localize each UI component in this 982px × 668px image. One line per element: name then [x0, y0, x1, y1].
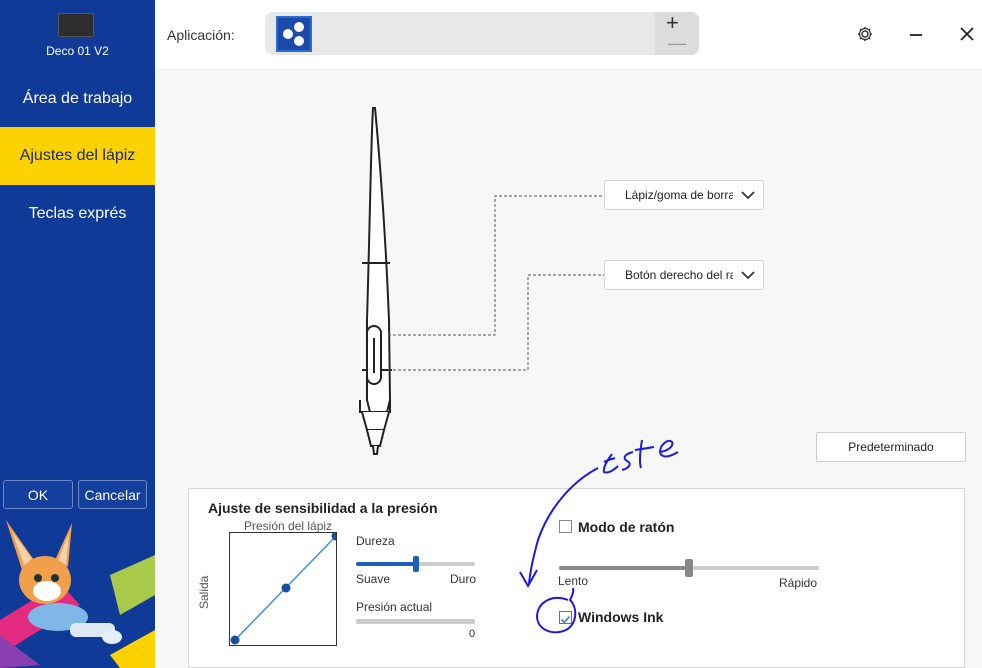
sidebar-item-express-keys[interactable]: Teclas exprés	[0, 185, 155, 243]
application-label: Aplicación:	[167, 27, 235, 43]
hardness-slider-fill	[356, 562, 416, 566]
curve-mid-point[interactable]	[281, 583, 291, 593]
remove-application-button[interactable]: —	[668, 33, 686, 54]
upper-button-dropdown[interactable]: Lápiz/goma de borrar	[604, 180, 764, 210]
chevron-down-icon	[741, 191, 755, 200]
mouse-speed-slider[interactable]	[559, 559, 819, 577]
mouse-speed-slider-thumb[interactable]	[685, 559, 693, 577]
graph-top-label: Presión del lápiz	[244, 519, 333, 533]
fox-mascot-illustration	[0, 520, 155, 668]
tablet-device-icon	[58, 13, 94, 37]
pressure-curve-graph[interactable]	[229, 531, 341, 646]
all-applications-icon[interactable]	[276, 16, 312, 52]
ok-button[interactable]: OK	[3, 480, 73, 509]
slow-label: Lento	[558, 574, 589, 588]
mouse-mode-label: Modo de ratón	[578, 519, 675, 535]
lower-button-dropdown-value: Botón derecho del ratón	[625, 268, 733, 282]
chevron-down-icon	[741, 271, 755, 280]
current-pressure-value: 0	[469, 628, 476, 640]
application-selector	[265, 12, 699, 55]
upper-button-dropdown-value: Lápiz/goma de borrar	[625, 188, 733, 202]
pressure-panel-title: Ajuste de sensibilidad a la presión	[208, 500, 438, 516]
mouse-speed-slider-fill	[559, 566, 689, 570]
close-icon[interactable]	[957, 24, 977, 44]
windows-ink-label: Windows Ink	[578, 609, 664, 625]
pressure-sensitivity-panel: Ajuste de sensibilidad a la presión Pres…	[188, 488, 965, 668]
fast-label: Rápido	[779, 576, 818, 590]
sidebar: Deco 01 V2 Área de trabajo Ajustes del l…	[0, 0, 155, 668]
mouse-mode-checkbox[interactable]	[559, 520, 572, 533]
lower-button-dropdown[interactable]: Botón derecho del ratón	[604, 260, 764, 290]
current-pressure-label: Presión actual	[356, 600, 433, 614]
minimize-icon[interactable]	[906, 24, 926, 44]
sidebar-item-work-area[interactable]: Área de trabajo	[0, 70, 155, 128]
soft-label: Suave	[356, 572, 391, 586]
cancel-button[interactable]: Cancelar	[78, 480, 147, 509]
sidebar-item-pen-settings[interactable]: Ajustes del lápiz	[0, 127, 155, 185]
curve-start-point[interactable]	[230, 635, 240, 645]
hard-label: Duro	[450, 572, 477, 586]
restore-default-button[interactable]: Predeterminado	[816, 432, 966, 462]
hardness-label: Dureza	[356, 534, 395, 548]
current-pressure-bar	[356, 619, 475, 624]
windows-ink-checkbox[interactable]	[559, 611, 572, 624]
device-name: Deco 01 V2	[46, 44, 109, 58]
gear-icon[interactable]	[855, 24, 875, 44]
graph-side-label: Salida	[197, 575, 211, 609]
hardness-slider-thumb[interactable]	[413, 556, 419, 572]
hardness-slider[interactable]	[356, 556, 475, 572]
checkmark-icon	[560, 615, 571, 624]
